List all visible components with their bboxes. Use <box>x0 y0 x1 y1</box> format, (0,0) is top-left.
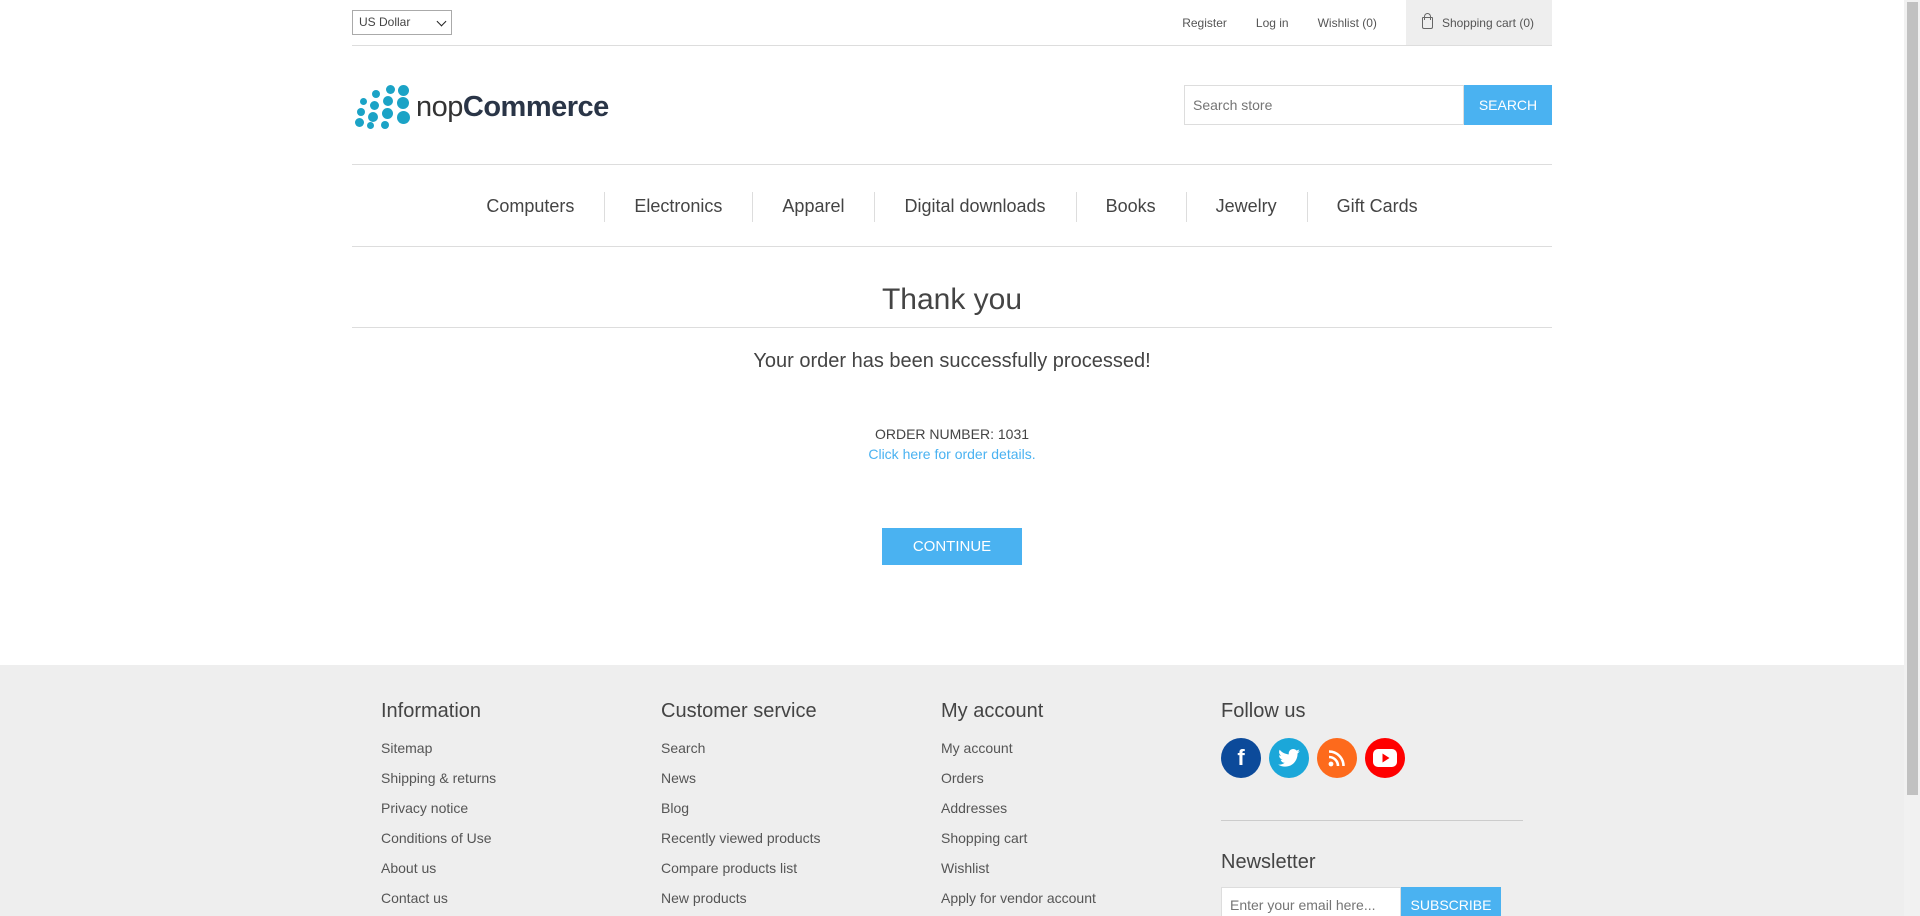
footer-link-shopping-cart[interactable]: Shopping cart <box>941 828 1191 858</box>
footer-divider <box>1221 820 1523 821</box>
newsletter-email-input[interactable] <box>1221 887 1401 916</box>
facebook-icon[interactable]: f <box>1221 738 1261 778</box>
order-number: ORDER NUMBER: 1031 <box>874 426 1030 442</box>
footer-link-privacy-notice[interactable]: Privacy notice <box>381 798 631 828</box>
login-link[interactable]: Log in <box>1256 16 1289 30</box>
menu-item-jewelry[interactable]: Jewelry <box>1185 191 1307 222</box>
header-links: Register Log in Wishlist (0) Shopping ca… <box>1182 0 1552 45</box>
menu-item-books[interactable]: Books <box>1075 191 1186 222</box>
footer-link-shipping-returns[interactable]: Shipping & returns <box>381 768 631 798</box>
search-button[interactable]: SEARCH <box>1464 85 1552 125</box>
logo-text: nopCommerce <box>416 90 609 123</box>
page-title: Thank you <box>352 272 1552 328</box>
page-scrollbar[interactable] <box>1904 0 1920 916</box>
footer-link-conditions-of-use[interactable]: Conditions of Use <box>381 828 631 858</box>
footer-link-contact-us[interactable]: Contact us <box>381 888 631 916</box>
chevron-down-icon <box>436 16 447 27</box>
footer-customer-service: Customer service Search News Blog Recent… <box>661 700 911 916</box>
footer-my-account: My account My account Orders Addresses S… <box>941 700 1191 916</box>
shopping-cart-label: Shopping cart (0) <box>1441 15 1534 30</box>
footer-link-wishlist[interactable]: Wishlist <box>941 858 1191 888</box>
footer: Information Sitemap Shipping & returns P… <box>0 665 1904 916</box>
menu-item-electronics[interactable]: Electronics <box>604 191 752 222</box>
top-menu: Computers Electronics Apparel Digital do… <box>352 166 1552 247</box>
footer-link-news[interactable]: News <box>661 768 911 798</box>
footer-link-search[interactable]: Search <box>661 738 911 768</box>
subscribe-button[interactable]: SUBSCRIBE <box>1401 887 1501 916</box>
page: US Dollar Register Log in Wishlist (0) S… <box>0 0 1904 916</box>
footer-information: Information Sitemap Shipping & returns P… <box>381 700 631 916</box>
footer-link-orders[interactable]: Orders <box>941 768 1191 798</box>
success-message: Your order has been successfully process… <box>753 350 1151 372</box>
shopping-bag-icon <box>1421 12 1433 29</box>
currency-select[interactable]: US Dollar <box>352 10 452 35</box>
menu-item-computers[interactable]: Computers <box>456 196 604 217</box>
order-details-link[interactable]: Click here for order details. <box>868 446 1035 462</box>
footer-my-account-title: My account <box>941 700 1044 722</box>
shopping-cart-link[interactable]: Shopping cart (0) <box>1405 0 1552 45</box>
twitter-icon[interactable] <box>1269 738 1309 778</box>
scrollbar-thumb[interactable] <box>1907 2 1918 795</box>
menu-item-gift-cards[interactable]: Gift Cards <box>1306 191 1448 222</box>
footer-link-sitemap[interactable]: Sitemap <box>381 738 631 768</box>
social-icons: f <box>1221 738 1523 778</box>
order-details-row: Click here for order details. <box>352 446 1552 462</box>
register-link[interactable]: Register <box>1182 16 1227 30</box>
newsletter-block: Newsletter SUBSCRIBE <box>1221 851 1523 916</box>
footer-information-title: Information <box>381 700 482 722</box>
currency-value: US Dollar <box>359 15 411 29</box>
footer-follow-us-title: Follow us <box>1221 700 1306 722</box>
newsletter-title: Newsletter <box>1221 851 1316 873</box>
search-box: SEARCH <box>1184 85 1552 125</box>
footer-customer-service-title: Customer service <box>661 700 817 722</box>
logo-dots-icon <box>354 85 412 129</box>
menu-item-apparel[interactable]: Apparel <box>752 191 874 222</box>
footer-link-addresses[interactable]: Addresses <box>941 798 1191 828</box>
rss-icon[interactable] <box>1317 738 1357 778</box>
nopcommerce-logo[interactable]: nopCommerce <box>354 85 609 129</box>
youtube-icon[interactable] <box>1365 738 1405 778</box>
footer-link-blog[interactable]: Blog <box>661 798 911 828</box>
footer-link-about-us[interactable]: About us <box>381 858 631 888</box>
header-lower: nopCommerce SEARCH <box>352 47 1552 165</box>
footer-link-compare-products[interactable]: Compare products list <box>661 858 911 888</box>
footer-link-new-products[interactable]: New products <box>661 888 911 916</box>
continue-button[interactable]: CONTINUE <box>882 528 1022 565</box>
wishlist-link[interactable]: Wishlist (0) <box>1318 16 1377 30</box>
header-upper: US Dollar Register Log in Wishlist (0) S… <box>352 0 1552 46</box>
footer-link-my-account[interactable]: My account <box>941 738 1191 768</box>
menu-item-digital-downloads[interactable]: Digital downloads <box>874 191 1075 222</box>
footer-follow-us: Follow us f Newsletter SUBSCRIBE <box>1221 700 1523 916</box>
footer-link-vendor-account[interactable]: Apply for vendor account <box>941 888 1191 916</box>
search-input[interactable] <box>1184 85 1464 125</box>
footer-link-recently-viewed[interactable]: Recently viewed products <box>661 828 911 858</box>
